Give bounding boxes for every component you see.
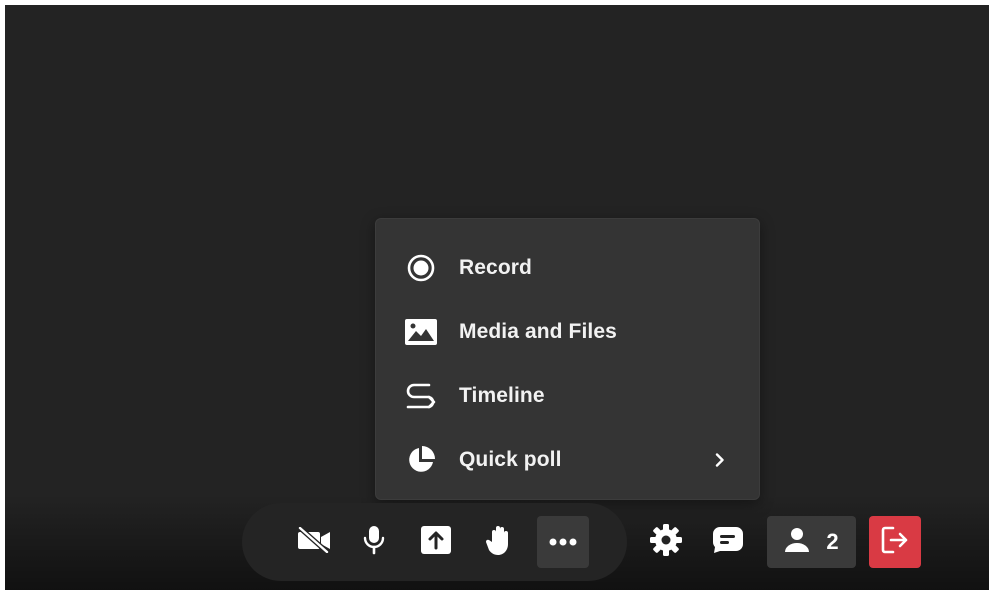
image-icon	[404, 315, 438, 349]
participants-button[interactable]: 2	[767, 516, 856, 568]
raise-hand-button[interactable]	[477, 516, 521, 568]
more-options-menu: Record Media and Files Timeline Quick po…	[375, 218, 760, 500]
share-screen-button[interactable]	[414, 516, 458, 568]
user-icon	[784, 527, 810, 558]
menu-item-quick-poll[interactable]: Quick poll	[376, 428, 759, 492]
chevron-right-icon	[713, 453, 727, 467]
pie-chart-icon	[404, 443, 438, 477]
chat-button[interactable]	[706, 516, 750, 568]
participant-count: 2	[826, 529, 839, 554]
microphone-button[interactable]	[352, 516, 396, 568]
record-icon	[404, 251, 438, 285]
menu-item-label: Timeline	[459, 384, 545, 407]
menu-item-label: Media and Files	[459, 320, 617, 343]
settings-button[interactable]	[642, 516, 690, 568]
camera-off-button[interactable]	[288, 516, 340, 568]
leave-icon	[881, 526, 909, 559]
more-options-button[interactable]	[537, 516, 589, 568]
timeline-icon	[404, 379, 438, 413]
menu-item-media-and-files[interactable]: Media and Files	[376, 300, 759, 364]
more-horizontal-icon	[548, 533, 578, 551]
share-screen-icon	[421, 525, 451, 559]
leave-call-button[interactable]	[869, 516, 921, 568]
video-off-icon	[297, 525, 331, 558]
menu-item-record[interactable]: Record	[376, 236, 759, 300]
menu-item-label: Record	[459, 256, 532, 279]
chat-icon	[712, 526, 744, 559]
menu-item-timeline[interactable]: Timeline	[376, 364, 759, 428]
hand-icon	[485, 524, 513, 561]
microphone-icon	[362, 525, 386, 560]
gear-icon	[649, 523, 683, 562]
menu-item-label: Quick poll	[459, 448, 562, 471]
